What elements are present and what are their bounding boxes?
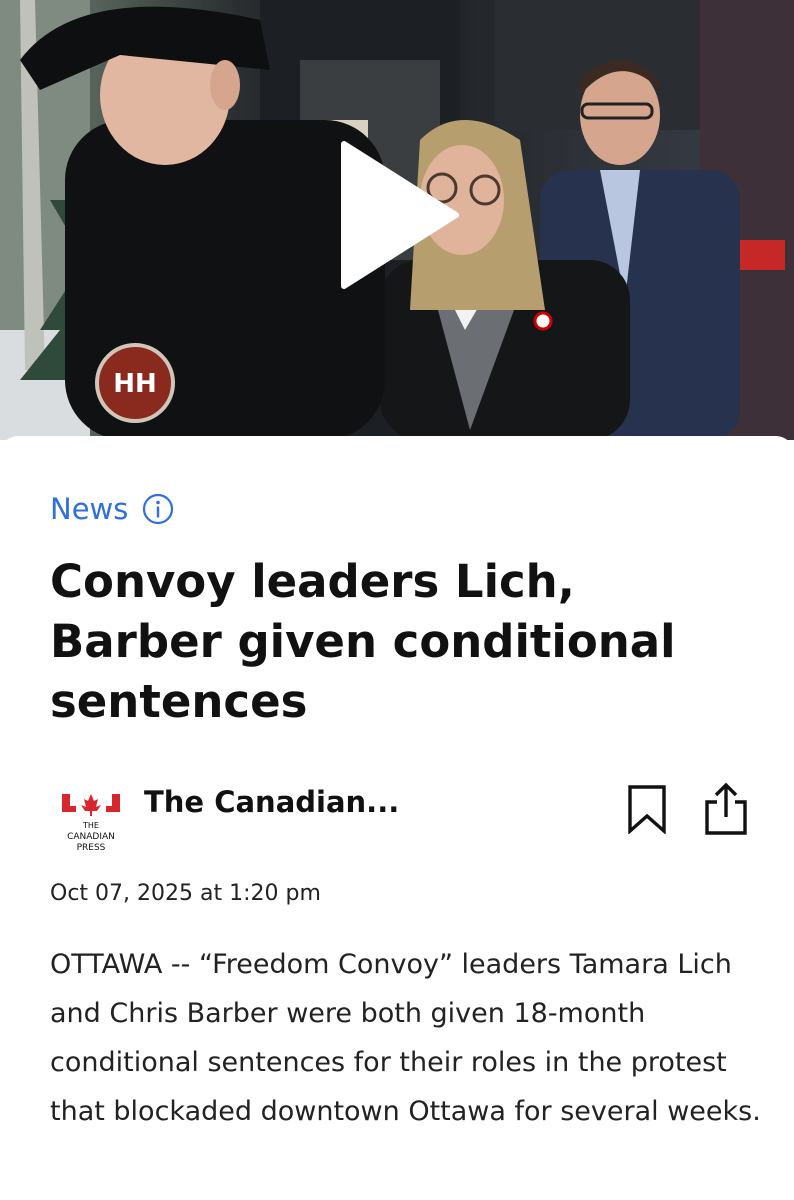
canadian-press-logo[interactable]: THE CANADIAN PRESS [56,790,126,860]
svg-text:PRESS: PRESS [77,843,106,853]
category-row: News [50,492,174,526]
source-name[interactable]: The Canadian... [144,782,404,823]
bookmark-icon[interactable] [626,784,668,834]
svg-text:CANADIAN: CANADIAN [67,832,115,842]
video-thumbnail[interactable]: HH [0,0,794,440]
svg-text:THE: THE [82,821,99,830]
info-icon[interactable] [142,493,174,525]
category-label[interactable]: News [50,492,128,526]
jacket-patch-text: HH [113,369,157,399]
play-icon[interactable] [340,140,460,290]
article-timestamp: Oct 07, 2025 at 1:20 pm [50,881,321,906]
article-headline: Convoy leaders Lich, Barber given condit… [50,555,676,728]
share-icon[interactable] [703,782,749,836]
article-body: OTTAWA -- “Freedom Convoy” leaders Tamar… [50,949,761,1127]
